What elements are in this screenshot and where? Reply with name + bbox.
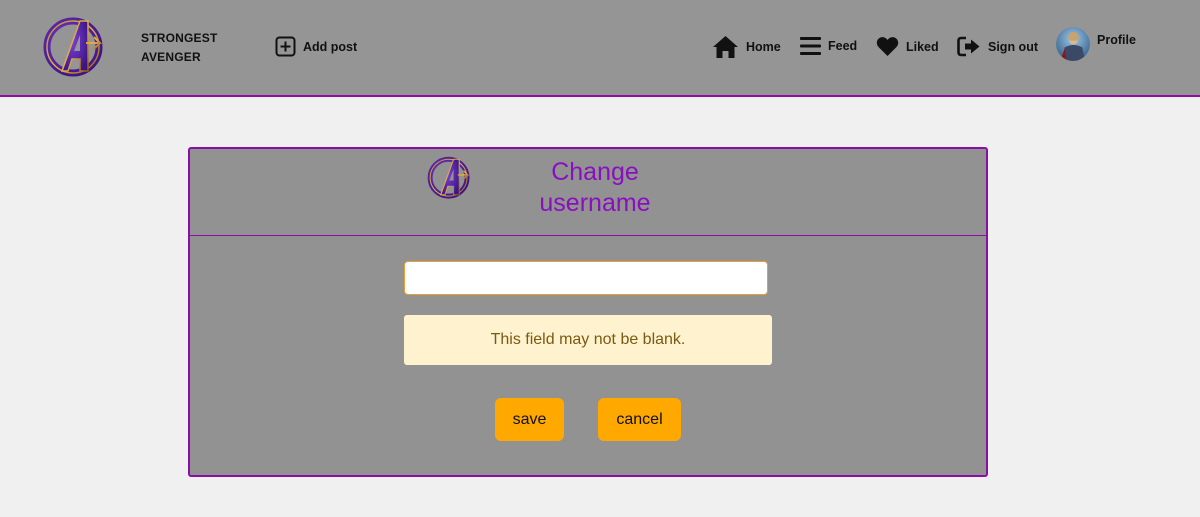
- page-title-line-2: username: [539, 189, 651, 217]
- nav-liked-label: Liked: [906, 39, 939, 54]
- nav-add-post-label: Add post: [303, 39, 358, 54]
- nav-home-label: Home: [746, 40, 781, 54]
- heart-icon: [876, 36, 899, 57]
- avengers-logo-icon[interactable]: [42, 15, 108, 77]
- brand-name[interactable]: STRONGEST AVENGER: [141, 29, 217, 67]
- error-alert: This field may not be blank.: [404, 315, 772, 365]
- avengers-logo-icon: [426, 155, 474, 199]
- cancel-button[interactable]: cancel: [598, 398, 681, 441]
- card-header: Change username: [190, 149, 986, 236]
- bars-icon: [800, 36, 821, 56]
- nav-sign-out[interactable]: Sign out: [957, 36, 1038, 57]
- brand-line-2: AVENGER: [141, 50, 201, 64]
- nav-profile[interactable]: Profile: [1056, 27, 1136, 61]
- nav-add-post[interactable]: Add post: [275, 36, 357, 57]
- nav-liked[interactable]: Liked: [876, 36, 939, 57]
- nav-feed[interactable]: Feed: [800, 36, 857, 56]
- username-input[interactable]: [404, 261, 768, 295]
- nav-sign-out-label: Sign out: [988, 39, 1038, 54]
- avatar: [1056, 27, 1090, 61]
- brand-line-1: STRONGEST: [141, 31, 218, 45]
- page-title: Change username: [520, 157, 670, 219]
- sign-out-icon: [957, 36, 981, 57]
- page-title-line-1: Change: [551, 158, 639, 186]
- nav-feed-label: Feed: [828, 39, 858, 53]
- save-button[interactable]: save: [495, 398, 564, 441]
- home-icon: [712, 35, 739, 59]
- nav-profile-label: Profile: [1097, 33, 1136, 47]
- plus-square-icon: [275, 36, 296, 57]
- nav-home[interactable]: Home: [712, 35, 781, 59]
- error-message: This field may not be blank.: [490, 331, 686, 348]
- change-username-card: Change username This field may not be bl…: [188, 147, 988, 477]
- navbar: STRONGEST AVENGER Add post Home Feed Lik…: [0, 0, 1200, 97]
